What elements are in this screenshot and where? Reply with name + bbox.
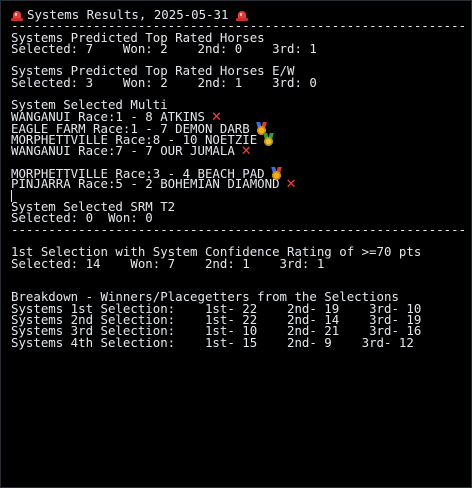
- cross-mark-icon: ✕: [210, 109, 222, 125]
- police-light-icon: [11, 10, 23, 21]
- police-light-icon: [235, 10, 248, 21]
- confidence-stats: Selected: 14 Won: 7 2nd: 1 3rd: 1: [11, 255, 325, 271]
- terminal-output: Systems Results, 2025-05-31 ------------…: [0, 0, 472, 488]
- breakdown-row: Systems 4th Selection: 1st- 15 2nd- 9 3r…: [11, 334, 414, 350]
- medal-icon: [263, 133, 274, 147]
- cross-mark-icon: ✕: [285, 177, 297, 193]
- top-rated-ew-stats: Selected: 3 Won: 2 2nd: 1 3rd: 0: [11, 74, 317, 90]
- multi-leg-text: PINJARRA Race:5 - 2 BOHEMIAN DIAMOND: [11, 176, 280, 192]
- cross-mark-icon: ✕: [240, 143, 252, 159]
- divider: ----------------------------------------…: [11, 221, 467, 237]
- multi-leg-text: WANGANUI Race:7 - 7 OUR JUMALA: [11, 142, 235, 158]
- multi-leg: PINJARRA Race:5 - 2 BOHEMIAN DIAMOND ✕: [11, 176, 471, 193]
- gold-medal-icon: [270, 167, 282, 181]
- multi-leg: WANGANUI Race:7 - 7 OUR JUMALA ✕: [11, 142, 471, 159]
- top-rated-stats: Selected: 7 Won: 2 2nd: 0 3rd: 1: [11, 40, 317, 56]
